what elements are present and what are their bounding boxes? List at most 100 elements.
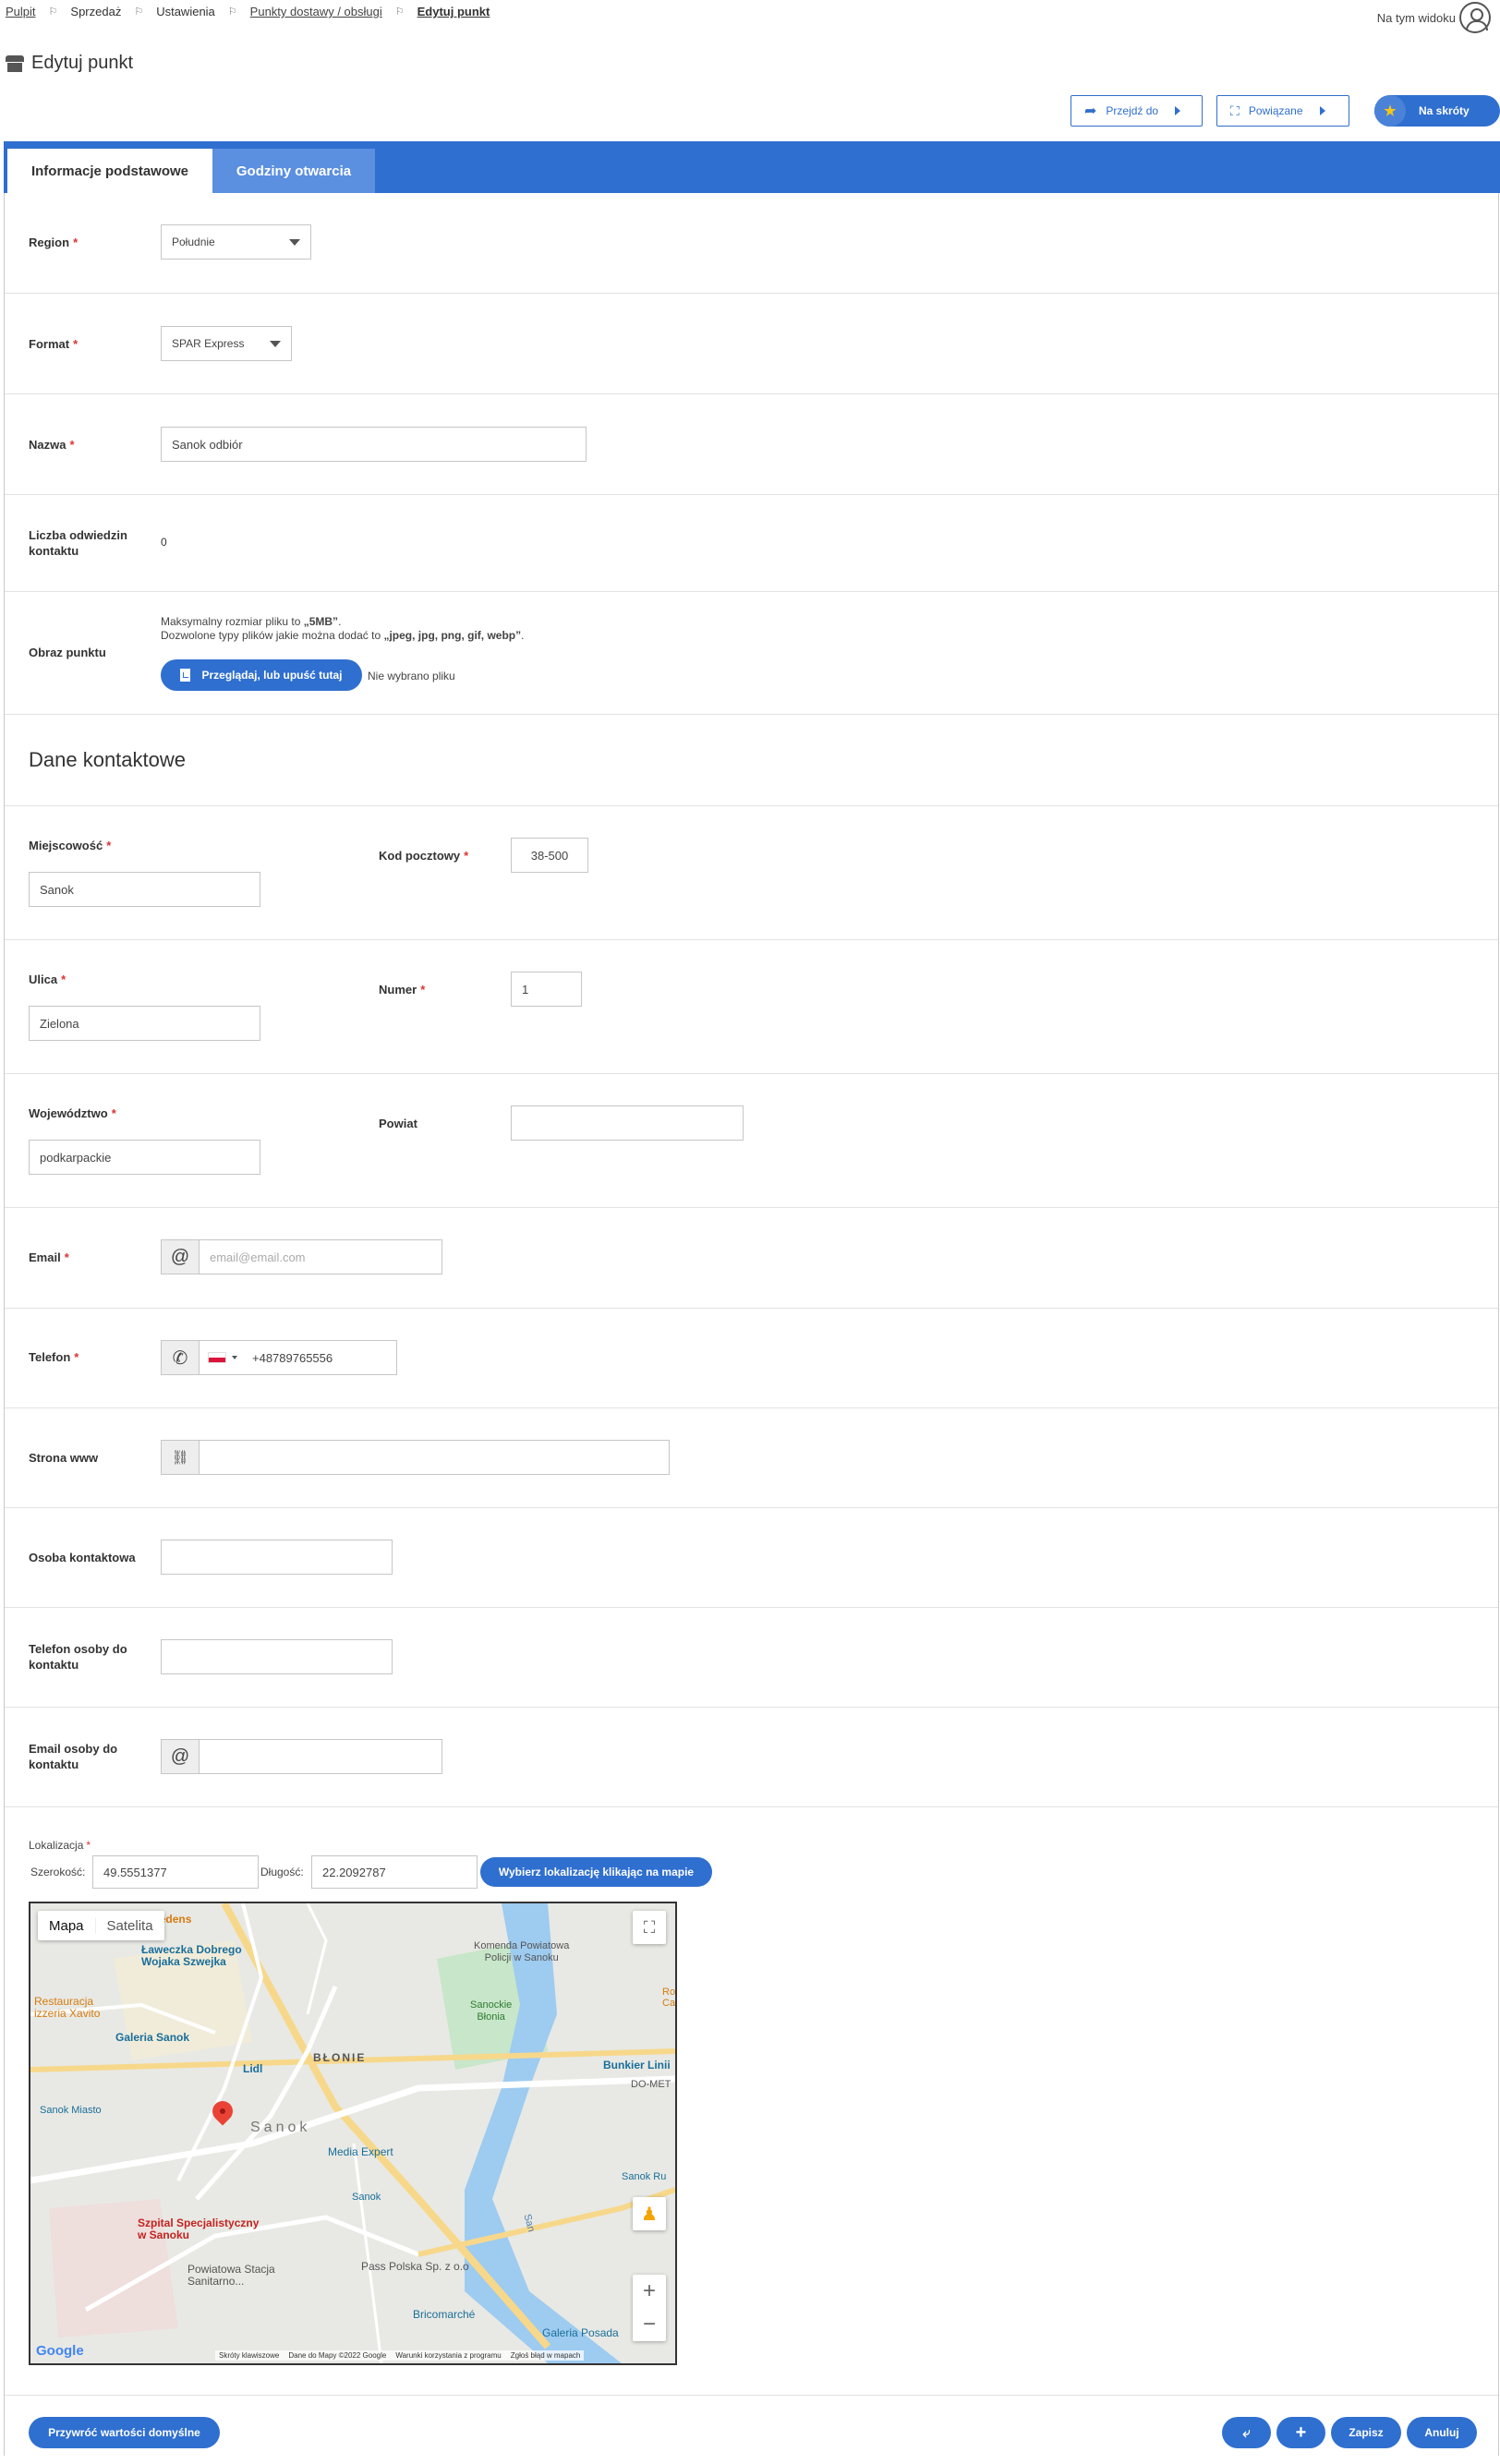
zoom-out-icon[interactable]: − (643, 2308, 656, 2341)
divider (5, 939, 1498, 940)
telefon-label: Telefon * (29, 1350, 79, 1364)
add-icon[interactable]: + (1276, 2417, 1325, 2448)
email-osoby-input[interactable] (199, 1739, 442, 1774)
map-place-label: Bunkier Linii (603, 2059, 671, 2071)
restore-defaults-button[interactable]: Przywróć wartości domyślne (29, 2417, 220, 2448)
ulica-input[interactable]: Zielona (29, 1006, 260, 1041)
google-logo: Google (36, 2343, 84, 2359)
map-place-label: Media Expert (328, 2145, 393, 2158)
map-place-label: Galeria Posada (542, 2326, 619, 2339)
shortcuts-label: Na skróty (1419, 104, 1470, 117)
osoba-input[interactable] (161, 1540, 393, 1575)
email-label: Email * (29, 1250, 69, 1264)
user-avatar-icon[interactable] (1459, 2, 1491, 33)
email-input[interactable]: email@email.com (199, 1239, 442, 1274)
powiat-input[interactable] (511, 1105, 744, 1141)
lat-input[interactable]: 49.5551377 (92, 1855, 259, 1889)
divider (5, 1707, 1498, 1708)
file-icon (180, 669, 191, 682)
map-place-label: Pass Polska Sp. z o.o (361, 2260, 469, 2273)
goto-label: Przejdź do (1106, 104, 1159, 117)
shortcuts-button[interactable]: ★ Na skróty (1374, 95, 1500, 127)
map-place-label: BŁONIE (313, 2051, 367, 2064)
goto-button[interactable]: ➦ Przejdź do (1071, 95, 1203, 127)
upload-button-label: Przeglądaj, lub upuść tutaj (201, 669, 343, 682)
map-widget[interactable]: ary Kredens Ławeczka DobregoWojaka Szwej… (29, 1902, 677, 2365)
pick-location-button[interactable]: Wybierz lokalizację klikając na mapie (480, 1857, 712, 1887)
map-place-label: Szpital Specjalistyczny w Sanoku (138, 2216, 260, 2241)
email-osoby-label: Email osoby do kontaktu (29, 1742, 118, 1771)
kod-label: Kod pocztowy * (379, 849, 469, 863)
cancel-button[interactable]: Anuluj (1407, 2417, 1477, 2448)
tab-godziny[interactable]: Godziny otwarcia (212, 149, 375, 193)
map-place-label: Lidl (243, 2062, 263, 2075)
lng-input[interactable]: 22.2092787 (311, 1855, 478, 1889)
pegman-icon[interactable]: ♟ (633, 2197, 666, 2230)
tab-informacje[interactable]: Informacje podstawowe (7, 149, 212, 193)
region-value: Południe (172, 236, 215, 248)
view-options[interactable]: Na tym widoku (1377, 2, 1491, 33)
map-footer-terms[interactable]: Warunki korzystania z programu (395, 2351, 501, 2360)
breadcrumb-separator-icon: ⚐ (394, 6, 405, 18)
caret-down-icon (232, 1356, 237, 1359)
map-type-control: Mapa Satelita (38, 1911, 164, 1940)
miejscowosc-input[interactable]: Sanok (29, 872, 260, 907)
breadcrumb-separator-icon: ⚐ (227, 6, 237, 18)
related-label: Powiązane (1248, 104, 1303, 117)
caret-right-icon (1175, 106, 1181, 115)
lokalizacja-label: Lokalizacja * (29, 1839, 91, 1852)
divider (5, 494, 1498, 495)
zoom-in-icon[interactable]: + (643, 2275, 656, 2308)
page-title: Edytuj punkt (6, 53, 133, 74)
nazwa-label: Nazwa * (29, 438, 75, 452)
lat-label: Szerokość: (30, 1866, 86, 1878)
divider (5, 1407, 1498, 1408)
format-select[interactable]: SPAR Express (161, 326, 292, 361)
region-label: Region * (29, 236, 79, 249)
map-place-label: Sanok (352, 2192, 381, 2203)
save-button[interactable]: Zapisz (1331, 2417, 1401, 2448)
tel-osoby-input[interactable] (161, 1639, 393, 1674)
view-label: Na tym widoku (1376, 10, 1456, 25)
chevron-down-icon (270, 340, 281, 347)
divider (5, 1207, 1498, 1208)
map-canvas[interactable] (30, 1903, 675, 2363)
related-button[interactable]: ⛶ Powiązane (1216, 95, 1349, 127)
section-title-contact: Dane kontaktowe (29, 748, 186, 771)
map-place-label: Galeria Sanok (115, 2031, 190, 2044)
map-place-label: Bricomarché (413, 2308, 476, 2321)
wojewodztwo-input[interactable]: podkarpackie (29, 1140, 260, 1175)
fullscreen-icon[interactable]: ⛶ (633, 1911, 666, 1944)
map-place-label: Ro Ca (662, 1987, 676, 2009)
map-place-label: Sanok Ru (622, 2171, 667, 2182)
page-title-text: Edytuj punkt (31, 53, 134, 73)
map-type-map-button[interactable]: Mapa (38, 1918, 95, 1934)
breadcrumb-separator-icon: ⚐ (134, 6, 144, 18)
map-footer: Skróty klawiszowe Dane do Mapy ©2022 Goo… (215, 2350, 585, 2361)
map-footer-report[interactable]: Zgłoś błąd w mapach (511, 2351, 581, 2360)
kod-input[interactable]: 38-500 (511, 838, 588, 873)
telefon-input[interactable]: +48789765556 (199, 1340, 397, 1375)
breadcrumb-item-current: Edytuj punkt (417, 5, 490, 18)
map-footer-data: Dane do Mapy ©2022 Google (288, 2351, 387, 2360)
map-type-satellite-button[interactable]: Satelita (94, 1917, 164, 1934)
region-select[interactable]: Południe (161, 224, 311, 260)
breadcrumb-item-punkty[interactable]: Punkty dostawy / obsługi (250, 5, 382, 18)
breadcrumb-item-pulpit[interactable]: Pulpit (6, 5, 36, 18)
share-arrow-icon: ➦ (1084, 103, 1097, 119)
country-flag-dropdown[interactable] (200, 1352, 245, 1363)
wojewodztwo-label: Województwo * (29, 1106, 116, 1120)
numer-input[interactable]: 1 (511, 972, 582, 1007)
map-footer-shortcuts[interactable]: Skróty klawiszowe (219, 2351, 279, 2360)
flag-pl-icon (208, 1352, 226, 1363)
telefon-value: +48789765556 (252, 1350, 333, 1365)
www-input[interactable] (199, 1440, 670, 1475)
nazwa-input[interactable]: Sanok odbiór (161, 427, 587, 462)
upload-info: Maksymalny rozmiar pliku to „5MB”. Dozwo… (161, 615, 525, 642)
upload-button[interactable]: Przeglądaj, lub upuść tutaj (161, 659, 362, 691)
divider (5, 1607, 1498, 1608)
phone-icon: ✆ (161, 1340, 200, 1375)
breadcrumb-item-ustawienia: Ustawienia (156, 5, 215, 18)
map-place-label: Sanok (250, 2120, 311, 2135)
save-and-return-icon[interactable]: ⤶ (1222, 2417, 1271, 2448)
